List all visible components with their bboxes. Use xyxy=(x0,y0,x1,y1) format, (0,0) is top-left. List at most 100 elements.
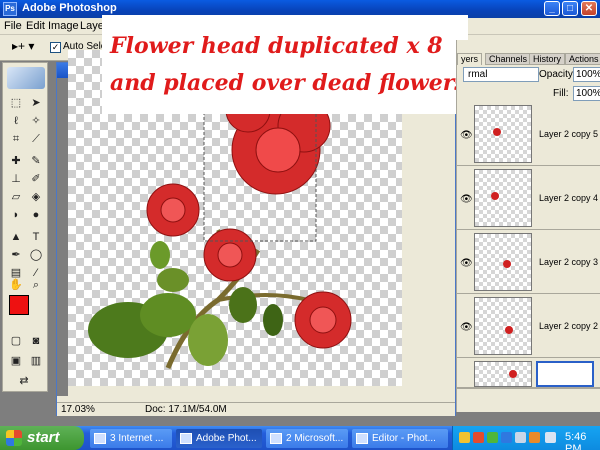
tray-app-icon[interactable] xyxy=(529,432,540,443)
clone-stamp-icon[interactable]: ⊥ xyxy=(7,171,25,187)
system-tray: 5:46 PM xyxy=(452,426,600,450)
path-selection-icon[interactable]: ▲ xyxy=(7,229,25,245)
layers-panel-footer xyxy=(457,388,600,402)
close-button[interactable]: ✕ xyxy=(581,1,597,16)
layer-thumbnail xyxy=(474,233,532,291)
auto-select-checkbox[interactable]: ✓ xyxy=(50,42,61,53)
layer-row[interactable]: 👁 Layer 2 copy 2 xyxy=(457,294,600,358)
tool-preset-picker[interactable]: ▸+ ▾ xyxy=(12,39,38,57)
layer-thumbnail xyxy=(474,297,532,355)
fill-label: Fill: xyxy=(553,88,569,99)
taskbar-item-label: 2 Microsoft... xyxy=(286,433,344,444)
type-tool-icon[interactable]: T xyxy=(27,229,45,245)
jump-to-imageready-icon[interactable]: ⇄ xyxy=(15,373,33,389)
fill-field[interactable]: 100% xyxy=(573,86,600,101)
blur-tool-icon[interactable]: ◗ xyxy=(7,207,25,223)
tab-layers[interactable]: yers xyxy=(457,53,483,65)
word-icon xyxy=(270,433,282,444)
volume-icon[interactable] xyxy=(545,432,556,443)
internet-explorer-icon xyxy=(94,433,106,444)
start-label: start xyxy=(27,429,60,446)
annotation-callout: Flower head duplicated x 8 and placed ov… xyxy=(102,15,468,114)
toolbox: ⬚ ➤ ℓ ✧ ⌗ ⟋ ✚ ✎ ⊥ ✐ ▱ ◈ ◗ ● ▲ T ✒ ◯ ▤ ⁄ … xyxy=(2,62,48,392)
document-size: Doc: 17.1M/54.0M xyxy=(145,404,227,415)
taskbar-item-label: Editor - Phot... xyxy=(372,433,436,444)
maximize-button[interactable]: □ xyxy=(562,1,578,16)
tab-channels[interactable]: Channels xyxy=(485,53,532,65)
clock[interactable]: 5:46 PM xyxy=(565,431,600,450)
standard-mode-icon[interactable]: ▢ xyxy=(7,333,25,349)
eraser-tool-icon[interactable]: ▱ xyxy=(7,189,25,205)
eye-icon[interactable]: 👁 xyxy=(460,258,473,269)
magic-wand-tool-icon[interactable]: ✧ xyxy=(27,113,45,129)
lasso-tool-icon[interactable]: ℓ xyxy=(7,113,25,129)
brush-tool-icon[interactable]: ✎ xyxy=(27,153,45,169)
healing-brush-icon[interactable]: ✚ xyxy=(7,153,25,169)
eye-icon[interactable]: 👁 xyxy=(460,322,473,333)
layer-name: Layer 2 copy 2 xyxy=(539,321,599,331)
tray-app-icon[interactable] xyxy=(459,432,470,443)
history-brush-icon[interactable]: ✐ xyxy=(27,171,45,187)
taskbar: start 3 Internet ... Adobe Phot... 2 Mic… xyxy=(0,426,600,450)
menu-file[interactable]: File xyxy=(4,20,22,32)
taskbar-item-word[interactable]: 2 Microsoft... xyxy=(266,429,348,448)
layer-name: Layer 2 copy 4 xyxy=(539,193,599,203)
document-status-bar: 17.03% Doc: 17.1M/54.0M xyxy=(57,402,455,416)
layer-thumbnail xyxy=(474,105,532,163)
tray-app-icon[interactable] xyxy=(473,432,484,443)
zoom-level[interactable]: 17.03% xyxy=(61,404,95,415)
screen-mode-icon[interactable]: ▣ xyxy=(7,353,25,369)
panel-tabs: yers Channels History Actions xyxy=(457,53,600,65)
tab-history[interactable]: History xyxy=(529,53,566,65)
layer-row[interactable]: 👁 Layer 2 copy 3 xyxy=(457,230,600,294)
eye-icon[interactable]: 👁 xyxy=(460,194,473,205)
zoom-tool-icon[interactable]: ⌕ xyxy=(27,277,45,293)
dodge-tool-icon[interactable]: ● xyxy=(27,207,45,223)
opacity-label: Opacity: xyxy=(539,69,576,80)
quick-mask-icon[interactable]: ◙ xyxy=(27,333,45,349)
start-button[interactable]: start xyxy=(0,426,84,450)
slice-tool-icon[interactable]: ⟋ xyxy=(27,131,45,147)
paint-bucket-icon[interactable]: ◈ xyxy=(27,189,45,205)
blend-mode-select[interactable]: rmal xyxy=(463,67,539,82)
move-tool-icon[interactable]: ➤ xyxy=(27,95,45,111)
windows-logo-icon xyxy=(6,430,22,446)
layer-row[interactable]: 👁 Layer 2 copy 5 xyxy=(457,102,600,166)
annotation-line-2: and placed over dead flowers xyxy=(110,70,467,96)
layers-panel: yers Channels History Actions rmal Opaci… xyxy=(456,40,600,412)
layer-thumbnail xyxy=(474,169,532,227)
foreground-color-swatch[interactable] xyxy=(9,295,29,315)
editor-icon xyxy=(356,433,368,444)
layer-row[interactable]: 👁 Layer 2 copy 4 xyxy=(457,166,600,230)
menu-edit[interactable]: Edit xyxy=(26,20,45,32)
window-title: Adobe Photoshop xyxy=(22,2,117,14)
tray-app-icon[interactable] xyxy=(501,432,512,443)
taskbar-item-editor[interactable]: Editor - Phot... xyxy=(352,429,448,448)
layer-mask-thumbnail[interactable] xyxy=(536,361,594,387)
taskbar-item-photoshop[interactable]: Adobe Phot... xyxy=(176,429,262,448)
crop-tool-icon[interactable]: ⌗ xyxy=(7,131,25,147)
minimize-button[interactable]: _ xyxy=(544,1,560,16)
taskbar-item-label: Adobe Phot... xyxy=(196,433,257,444)
eye-icon[interactable]: 👁 xyxy=(460,130,473,141)
layer-row-selected[interactable] xyxy=(457,358,600,388)
photoshop-icon xyxy=(180,433,192,444)
layer-thumbnail xyxy=(474,361,532,387)
feather-logo-icon xyxy=(7,67,45,89)
taskbar-item-internet[interactable]: 3 Internet ... xyxy=(90,429,172,448)
annotation-line-1: Flower head duplicated x 8 xyxy=(110,33,443,59)
photoshop-icon: Ps xyxy=(3,2,17,16)
fullscreen-mode-icon[interactable]: ▥ xyxy=(27,353,45,369)
opacity-field[interactable]: 100% xyxy=(573,67,600,82)
marquee-tool-icon[interactable]: ⬚ xyxy=(7,95,25,111)
menu-image[interactable]: Image xyxy=(48,20,79,32)
shape-tool-icon[interactable]: ◯ xyxy=(27,247,45,263)
pen-tool-icon[interactable]: ✒ xyxy=(7,247,25,263)
canvas-margin xyxy=(57,78,68,396)
tray-app-icon[interactable] xyxy=(515,432,526,443)
layer-name: Layer 2 copy 3 xyxy=(539,257,599,267)
tray-app-icon[interactable] xyxy=(487,432,498,443)
taskbar-item-label: 3 Internet ... xyxy=(110,433,164,444)
hand-tool-icon[interactable]: ✋ xyxy=(7,277,25,293)
tab-actions[interactable]: Actions xyxy=(565,53,600,65)
